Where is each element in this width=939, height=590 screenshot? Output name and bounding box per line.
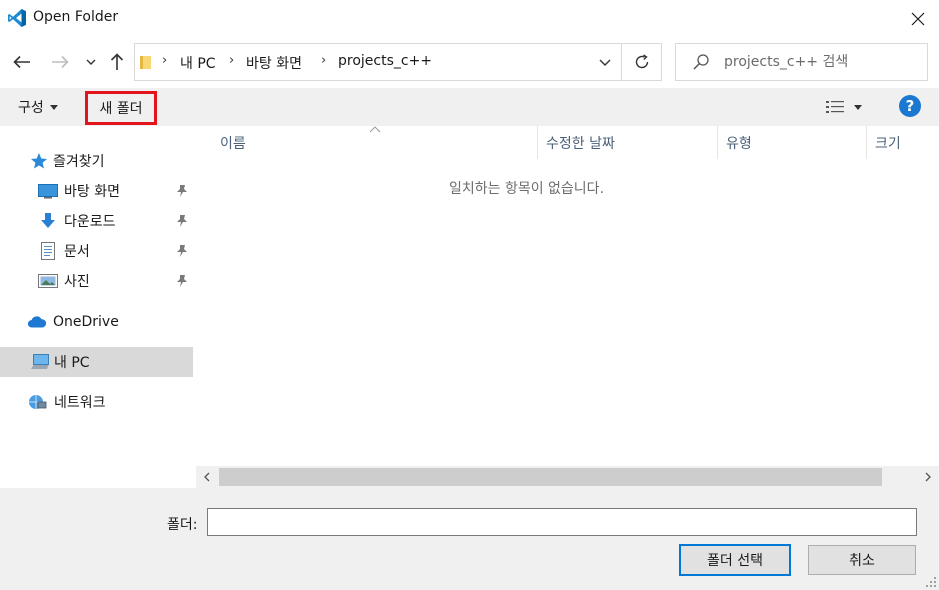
folder-label: 폴더: bbox=[167, 517, 198, 533]
pin-icon bbox=[176, 244, 188, 258]
nav-item-desktop[interactable]: 바탕 화면 bbox=[0, 176, 193, 206]
arrow-up-icon bbox=[110, 53, 124, 70]
chevron-right-icon bbox=[925, 472, 931, 482]
window-title: Open Folder bbox=[33, 9, 119, 25]
scroll-right-button[interactable] bbox=[917, 466, 939, 488]
search-icon bbox=[692, 53, 710, 71]
breadcrumb-projects[interactable]: projects_c++ bbox=[338, 53, 432, 69]
forward-button[interactable] bbox=[46, 48, 74, 76]
address-bar[interactable]: › 내 PC › 바탕 화면 › projects_c++ bbox=[134, 43, 662, 81]
new-folder-button[interactable]: 새 폴더 bbox=[85, 91, 157, 125]
chevron-down-icon bbox=[86, 59, 96, 65]
nav-item-onedrive[interactable]: OneDrive bbox=[0, 307, 193, 337]
pin-icon bbox=[176, 274, 188, 288]
pictures-icon bbox=[38, 272, 58, 290]
nav-label: 다운로드 bbox=[64, 214, 116, 230]
desktop-icon bbox=[38, 182, 58, 200]
title-bar: Open Folder bbox=[0, 0, 939, 38]
close-button[interactable] bbox=[896, 0, 939, 38]
chevron-left-icon bbox=[204, 472, 210, 482]
cancel-label: 취소 bbox=[849, 553, 875, 569]
organize-button[interactable]: 구성 bbox=[12, 93, 64, 121]
column-label: 크기 bbox=[875, 135, 901, 152]
search-box[interactable] bbox=[675, 43, 928, 81]
arrow-left-icon bbox=[13, 55, 30, 69]
new-folder-label: 새 폴더 bbox=[99, 101, 143, 117]
breadcrumb-separator-icon[interactable]: › bbox=[321, 53, 326, 68]
command-toolbar: 구성 새 폴더 ? bbox=[0, 88, 939, 126]
scroll-left-button[interactable] bbox=[196, 466, 218, 488]
nav-item-network[interactable]: 네트워크 bbox=[0, 387, 193, 417]
folder-icon bbox=[140, 54, 152, 70]
arrow-right-icon bbox=[52, 55, 69, 69]
download-icon bbox=[38, 212, 58, 230]
navigation-pane: 즐겨찾기 바탕 화면 다운로드 문서 사진 OneDrive 내 PC 네트워크 bbox=[0, 126, 195, 488]
resize-grip-icon[interactable] bbox=[925, 576, 937, 588]
details-view-icon bbox=[826, 101, 844, 113]
nav-item-documents[interactable]: 문서 bbox=[0, 236, 193, 266]
document-icon bbox=[38, 242, 58, 260]
breadcrumb-desktop[interactable]: 바탕 화면 bbox=[246, 53, 302, 73]
close-icon bbox=[911, 12, 924, 26]
pin-icon bbox=[176, 184, 188, 198]
vscode-icon bbox=[7, 8, 27, 28]
star-icon bbox=[29, 152, 49, 170]
change-view-button[interactable] bbox=[818, 94, 870, 120]
breadcrumb-separator-icon[interactable]: › bbox=[229, 53, 234, 68]
column-label: 수정한 날짜 bbox=[546, 135, 615, 152]
dialog-footer: 폴더: 폴더 선택 취소 bbox=[0, 488, 939, 590]
up-button[interactable] bbox=[104, 48, 130, 76]
breadcrumb-this-pc[interactable]: 내 PC bbox=[180, 53, 216, 73]
empty-message: 일치하는 항목이 없습니다. bbox=[448, 181, 605, 197]
nav-label: 네트워크 bbox=[54, 395, 106, 411]
column-label: 이름 bbox=[220, 135, 246, 152]
nav-label: 즐겨찾기 bbox=[53, 154, 105, 170]
horizontal-scrollbar[interactable] bbox=[196, 466, 939, 488]
nav-item-quick-access[interactable]: 즐겨찾기 bbox=[0, 146, 193, 176]
nav-item-this-pc[interactable]: 내 PC bbox=[0, 347, 193, 377]
nav-label: 사진 bbox=[64, 274, 90, 290]
nav-item-downloads[interactable]: 다운로드 bbox=[0, 206, 193, 236]
file-list: 이름 수정한 날짜 유형 크기 일치하는 항목이 없습니다. bbox=[196, 126, 939, 466]
caret-down-icon bbox=[49, 104, 58, 110]
column-header-modified[interactable]: 수정한 날짜 bbox=[538, 126, 717, 159]
network-icon bbox=[27, 393, 47, 411]
column-header-size[interactable]: 크기 bbox=[867, 126, 939, 159]
cancel-button[interactable]: 취소 bbox=[808, 545, 916, 575]
nav-label: OneDrive bbox=[53, 314, 119, 330]
column-label: 유형 bbox=[726, 135, 752, 152]
chevron-down-icon bbox=[599, 59, 611, 66]
search-input[interactable] bbox=[724, 51, 919, 73]
pin-icon bbox=[176, 214, 188, 228]
computer-icon bbox=[30, 353, 50, 371]
address-history-dropdown[interactable] bbox=[590, 44, 620, 80]
recent-locations-button[interactable] bbox=[82, 48, 100, 76]
organize-label: 구성 bbox=[18, 100, 44, 116]
breadcrumb-separator-icon[interactable]: › bbox=[162, 53, 167, 68]
folder-name-input[interactable] bbox=[207, 508, 917, 536]
select-folder-label: 폴더 선택 bbox=[707, 553, 763, 569]
column-header-type[interactable]: 유형 bbox=[718, 126, 866, 159]
help-icon: ? bbox=[905, 97, 915, 115]
nav-label: 문서 bbox=[64, 244, 90, 260]
nav-label: 바탕 화면 bbox=[64, 184, 120, 200]
column-header-name[interactable]: 이름 bbox=[212, 126, 537, 159]
nav-label: 내 PC bbox=[54, 355, 90, 371]
nav-item-pictures[interactable]: 사진 bbox=[0, 266, 193, 296]
select-folder-button[interactable]: 폴더 선택 bbox=[679, 544, 791, 576]
caret-down-icon bbox=[854, 104, 862, 110]
scrollbar-thumb[interactable] bbox=[219, 468, 882, 486]
refresh-icon bbox=[635, 54, 649, 69]
cloud-icon bbox=[27, 313, 47, 331]
refresh-button[interactable] bbox=[622, 44, 662, 80]
help-button[interactable]: ? bbox=[899, 95, 921, 117]
back-button[interactable] bbox=[8, 48, 36, 76]
